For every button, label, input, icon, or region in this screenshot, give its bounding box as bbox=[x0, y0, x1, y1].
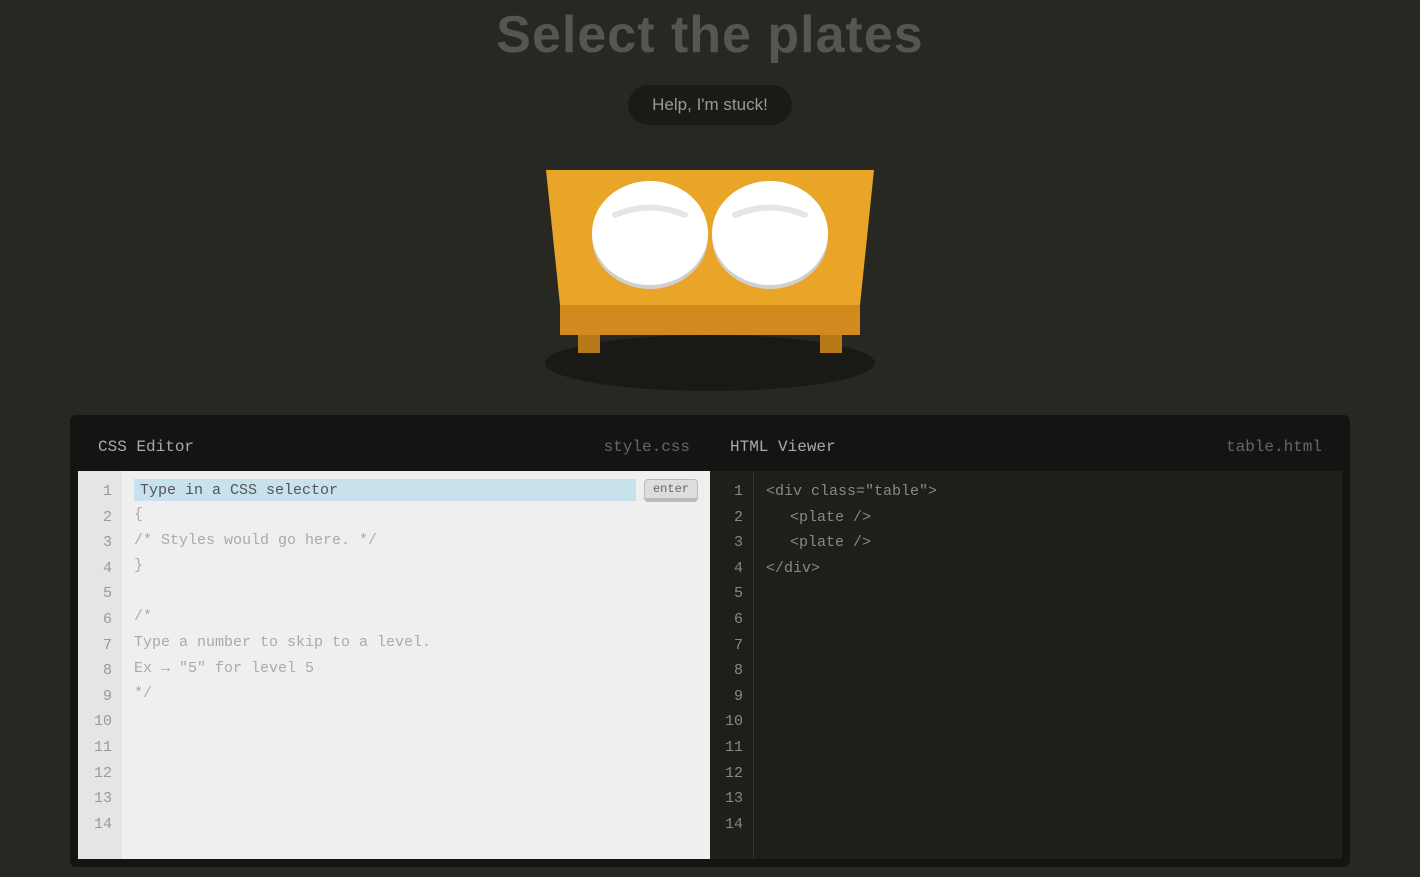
line-number: 13 bbox=[78, 786, 112, 812]
line-number: 6 bbox=[710, 607, 743, 633]
line-number: 12 bbox=[78, 761, 112, 787]
code-line: <plate /> bbox=[766, 530, 1330, 556]
code-line: /* bbox=[134, 604, 698, 630]
line-number: 10 bbox=[710, 709, 743, 735]
line-number: 11 bbox=[710, 735, 743, 761]
line-number: 4 bbox=[78, 556, 112, 582]
line-number: 3 bbox=[710, 530, 743, 556]
line-number: 14 bbox=[78, 812, 112, 838]
css-gutter: 1 2 3 4 5 6 7 8 9 10 11 12 13 14 bbox=[78, 471, 122, 859]
code-line: Ex → "5" for level 5 bbox=[134, 656, 698, 682]
line-number: 5 bbox=[78, 581, 112, 607]
line-number: 7 bbox=[710, 633, 743, 659]
code-line: <plate /> bbox=[766, 505, 1330, 531]
line-number: 13 bbox=[710, 786, 743, 812]
html-viewer-panel: 1 2 3 4 5 6 7 8 9 10 11 12 13 14 <div cl… bbox=[710, 471, 1342, 859]
code-line: */ bbox=[134, 681, 698, 707]
line-number: 9 bbox=[78, 684, 112, 710]
line-number: 8 bbox=[710, 658, 743, 684]
code-line: { bbox=[134, 502, 698, 528]
line-number: 12 bbox=[710, 761, 743, 787]
line-number: 3 bbox=[78, 530, 112, 556]
help-button[interactable]: Help, I'm stuck! bbox=[628, 85, 792, 125]
code-line: /* Styles would go here. */ bbox=[134, 528, 698, 554]
line-number: 11 bbox=[78, 735, 112, 761]
code-line: </div> bbox=[766, 556, 1330, 582]
line-number: 7 bbox=[78, 633, 112, 659]
html-viewer-label: HTML Viewer bbox=[730, 438, 836, 456]
css-editor-label: CSS Editor bbox=[98, 438, 194, 456]
table-visual-area bbox=[0, 165, 1420, 395]
html-code-area: <div class="table"> <plate /> <plate /> … bbox=[754, 471, 1342, 859]
code-line: <div class="table"> bbox=[766, 479, 1330, 505]
css-code-area: enter { /* Styles would go here. */ } /*… bbox=[122, 471, 710, 859]
line-number: 1 bbox=[78, 479, 112, 505]
selector-input[interactable] bbox=[134, 479, 636, 501]
line-number: 4 bbox=[710, 556, 743, 582]
css-filename: style.css bbox=[604, 438, 690, 456]
line-number: 8 bbox=[78, 658, 112, 684]
line-number: 2 bbox=[78, 505, 112, 531]
css-editor-panel: 1 2 3 4 5 6 7 8 9 10 11 12 13 14 enter bbox=[78, 471, 710, 859]
line-number: 6 bbox=[78, 607, 112, 633]
line-number: 5 bbox=[710, 581, 743, 607]
html-gutter: 1 2 3 4 5 6 7 8 9 10 11 12 13 14 bbox=[710, 471, 754, 859]
line-number: 1 bbox=[710, 479, 743, 505]
code-line: Type a number to skip to a level. bbox=[134, 630, 698, 656]
enter-button[interactable]: enter bbox=[644, 479, 698, 502]
table-icon bbox=[540, 165, 880, 400]
html-filename: table.html bbox=[1226, 438, 1322, 456]
page-title: Select the plates bbox=[0, 5, 1420, 65]
line-number: 2 bbox=[710, 505, 743, 531]
line-number: 14 bbox=[710, 812, 743, 838]
code-line: } bbox=[134, 553, 698, 579]
code-line bbox=[134, 579, 698, 605]
line-number: 9 bbox=[710, 684, 743, 710]
editors-container: CSS Editor style.css HTML Viewer table.h… bbox=[70, 415, 1350, 867]
line-number: 10 bbox=[78, 709, 112, 735]
